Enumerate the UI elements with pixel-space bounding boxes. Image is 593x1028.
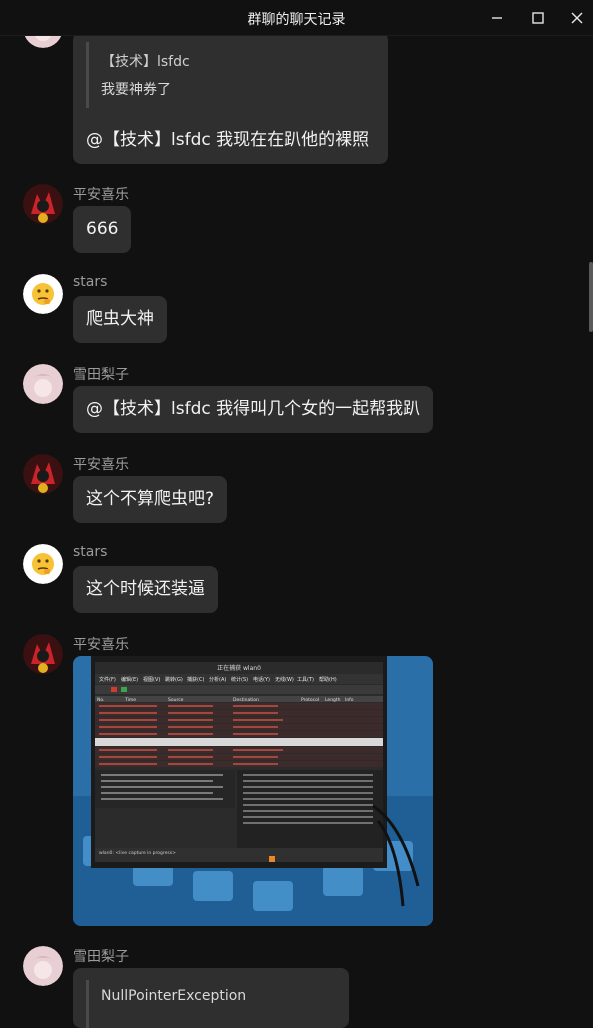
- avatar[interactable]: [23, 634, 63, 674]
- chat-history: 【技术】lsfdc 我要神券了 @【技术】lsfdc 我现在在趴他的裸照 平安喜…: [0, 0, 593, 1028]
- title-bar[interactable]: 群聊的聊天记录: [0, 0, 593, 36]
- photo-menu: 帮助(H): [319, 676, 337, 683]
- photo-column: Protocol: [301, 697, 319, 703]
- sender-name: 平安喜乐: [73, 637, 129, 653]
- photo-column: Source: [168, 697, 184, 703]
- quote-author: 【技术】lsfdc: [101, 54, 190, 70]
- avatar[interactable]: [23, 364, 63, 404]
- quote-message-bubble[interactable]: NullPointerException: [73, 968, 349, 1028]
- photo-menu: 编辑(E): [121, 676, 138, 683]
- message-bubble[interactable]: 这个时候还装逼: [73, 566, 218, 613]
- photo-menu: 分析(A): [209, 676, 226, 683]
- sender-name: 平安喜乐: [73, 187, 129, 203]
- avatar[interactable]: [23, 946, 63, 986]
- quote-message-bubble[interactable]: 【技术】lsfdc 我要神券了 @【技术】lsfdc 我现在在趴他的裸照: [73, 32, 388, 164]
- photo-window-title: 正在捕获 wlan0: [217, 664, 261, 672]
- sender-name: 雪田梨子: [73, 367, 129, 383]
- photo-status: wlan0: <live capture in progress>: [99, 850, 176, 856]
- close-button[interactable]: [568, 9, 586, 27]
- photo-menu: 跳转(G): [165, 676, 183, 683]
- minimize-icon: [488, 12, 506, 31]
- wireshark-photo: 正在捕获 wlan0 文件(F) 编辑(E) 视图(V) 跳转(G) 捕获(C)…: [73, 656, 433, 926]
- avatar[interactable]: [23, 454, 63, 494]
- photo-menu: 捕获(C): [187, 676, 204, 683]
- scrollbar[interactable]: [589, 262, 593, 332]
- avatar[interactable]: [23, 184, 63, 224]
- quoted-message[interactable]: NullPointerException: [86, 980, 336, 1028]
- quoted-message[interactable]: 【技术】lsfdc 我要神券了: [86, 42, 375, 108]
- maximize-icon: [529, 12, 547, 31]
- photo-menu: 统计(S): [231, 676, 248, 683]
- message-bubble[interactable]: 666: [73, 206, 132, 253]
- sender-name: 平安喜乐: [73, 457, 129, 473]
- minimize-button[interactable]: [488, 9, 506, 27]
- avatar[interactable]: [23, 544, 63, 584]
- photo-column: No.: [97, 697, 104, 703]
- photo-menu: 电话(Y): [253, 676, 270, 683]
- photo-column: Info: [345, 697, 354, 703]
- photo-menu: 无线(W): [275, 676, 294, 683]
- message-bubble[interactable]: 这个不算爬虫吧?: [73, 476, 228, 523]
- photo-menu: 工具(T): [297, 677, 314, 683]
- sender-name: stars: [73, 274, 108, 290]
- photo-menu: 文件(F): [99, 676, 116, 683]
- image-message[interactable]: 正在捕获 wlan0 文件(F) 编辑(E) 视图(V) 跳转(G) 捕获(C)…: [73, 656, 433, 926]
- photo-menu: 视图(V): [143, 676, 160, 683]
- quote-text: 我要神券了: [101, 82, 171, 98]
- message-text: @【技术】lsfdc 我现在在趴他的裸照: [86, 130, 370, 150]
- photo-column: Length: [325, 697, 341, 703]
- maximize-button[interactable]: [529, 9, 547, 27]
- quote-text: NullPointerException: [101, 988, 247, 1004]
- photo-column: Destination: [233, 697, 259, 703]
- message-bubble[interactable]: 爬虫大神: [73, 296, 167, 343]
- sender-name: stars: [73, 544, 108, 560]
- message-bubble[interactable]: @【技术】lsfdc 我得叫几个女的一起帮我趴: [73, 386, 434, 433]
- avatar[interactable]: [23, 274, 63, 314]
- sender-name: 雪田梨子: [73, 949, 129, 965]
- photo-column: Time: [124, 697, 136, 703]
- close-icon: [568, 12, 586, 31]
